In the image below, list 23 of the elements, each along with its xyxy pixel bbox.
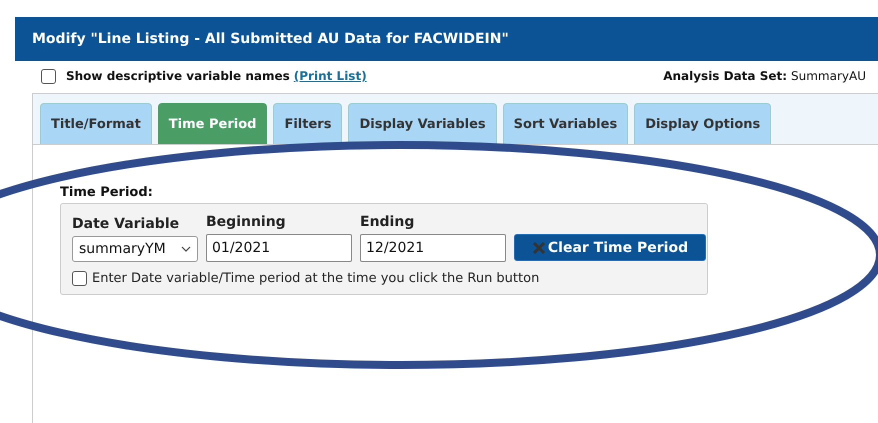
- field-label: Beginning: [206, 214, 287, 230]
- dataset-value: SummaryAU: [791, 69, 866, 83]
- field-label: Date Variable: [72, 216, 180, 232]
- checkbox-label: Enter Date variable/Time period at the time you click the Run button: [92, 271, 540, 286]
- checkbox-label: Show descriptive variable names: [66, 69, 290, 83]
- tab[interactable]: Display Options: [634, 103, 772, 144]
- print-list-link[interactable]: (Print List): [294, 69, 367, 83]
- checkbox[interactable]: [41, 68, 56, 84]
- field-label: Ending: [360, 214, 416, 230]
- tab[interactable]: Sort Variables: [502, 103, 628, 144]
- date-variable-select[interactable]: summaryYM: [72, 236, 198, 262]
- dataset-label: Analysis Data Set:: [663, 69, 788, 83]
- close-icon: [532, 240, 546, 254]
- section-heading: Time Period:: [60, 185, 154, 200]
- window-title: Modify "Line Listing - All Submitted AU Data for FACWIDEIN": [32, 31, 509, 47]
- checkbox[interactable]: [72, 271, 87, 286]
- chevron-icon: [181, 246, 191, 252]
- clear-time-period-button[interactable]: Clear Time Period: [514, 234, 706, 261]
- input-field[interactable]: 12/2021: [360, 234, 506, 262]
- input-field[interactable]: 01/2021: [206, 234, 352, 262]
- tab[interactable]: Filters: [273, 103, 342, 144]
- tab[interactable]: Display Variables: [348, 103, 497, 144]
- tab[interactable]: Title/Format: [40, 103, 152, 144]
